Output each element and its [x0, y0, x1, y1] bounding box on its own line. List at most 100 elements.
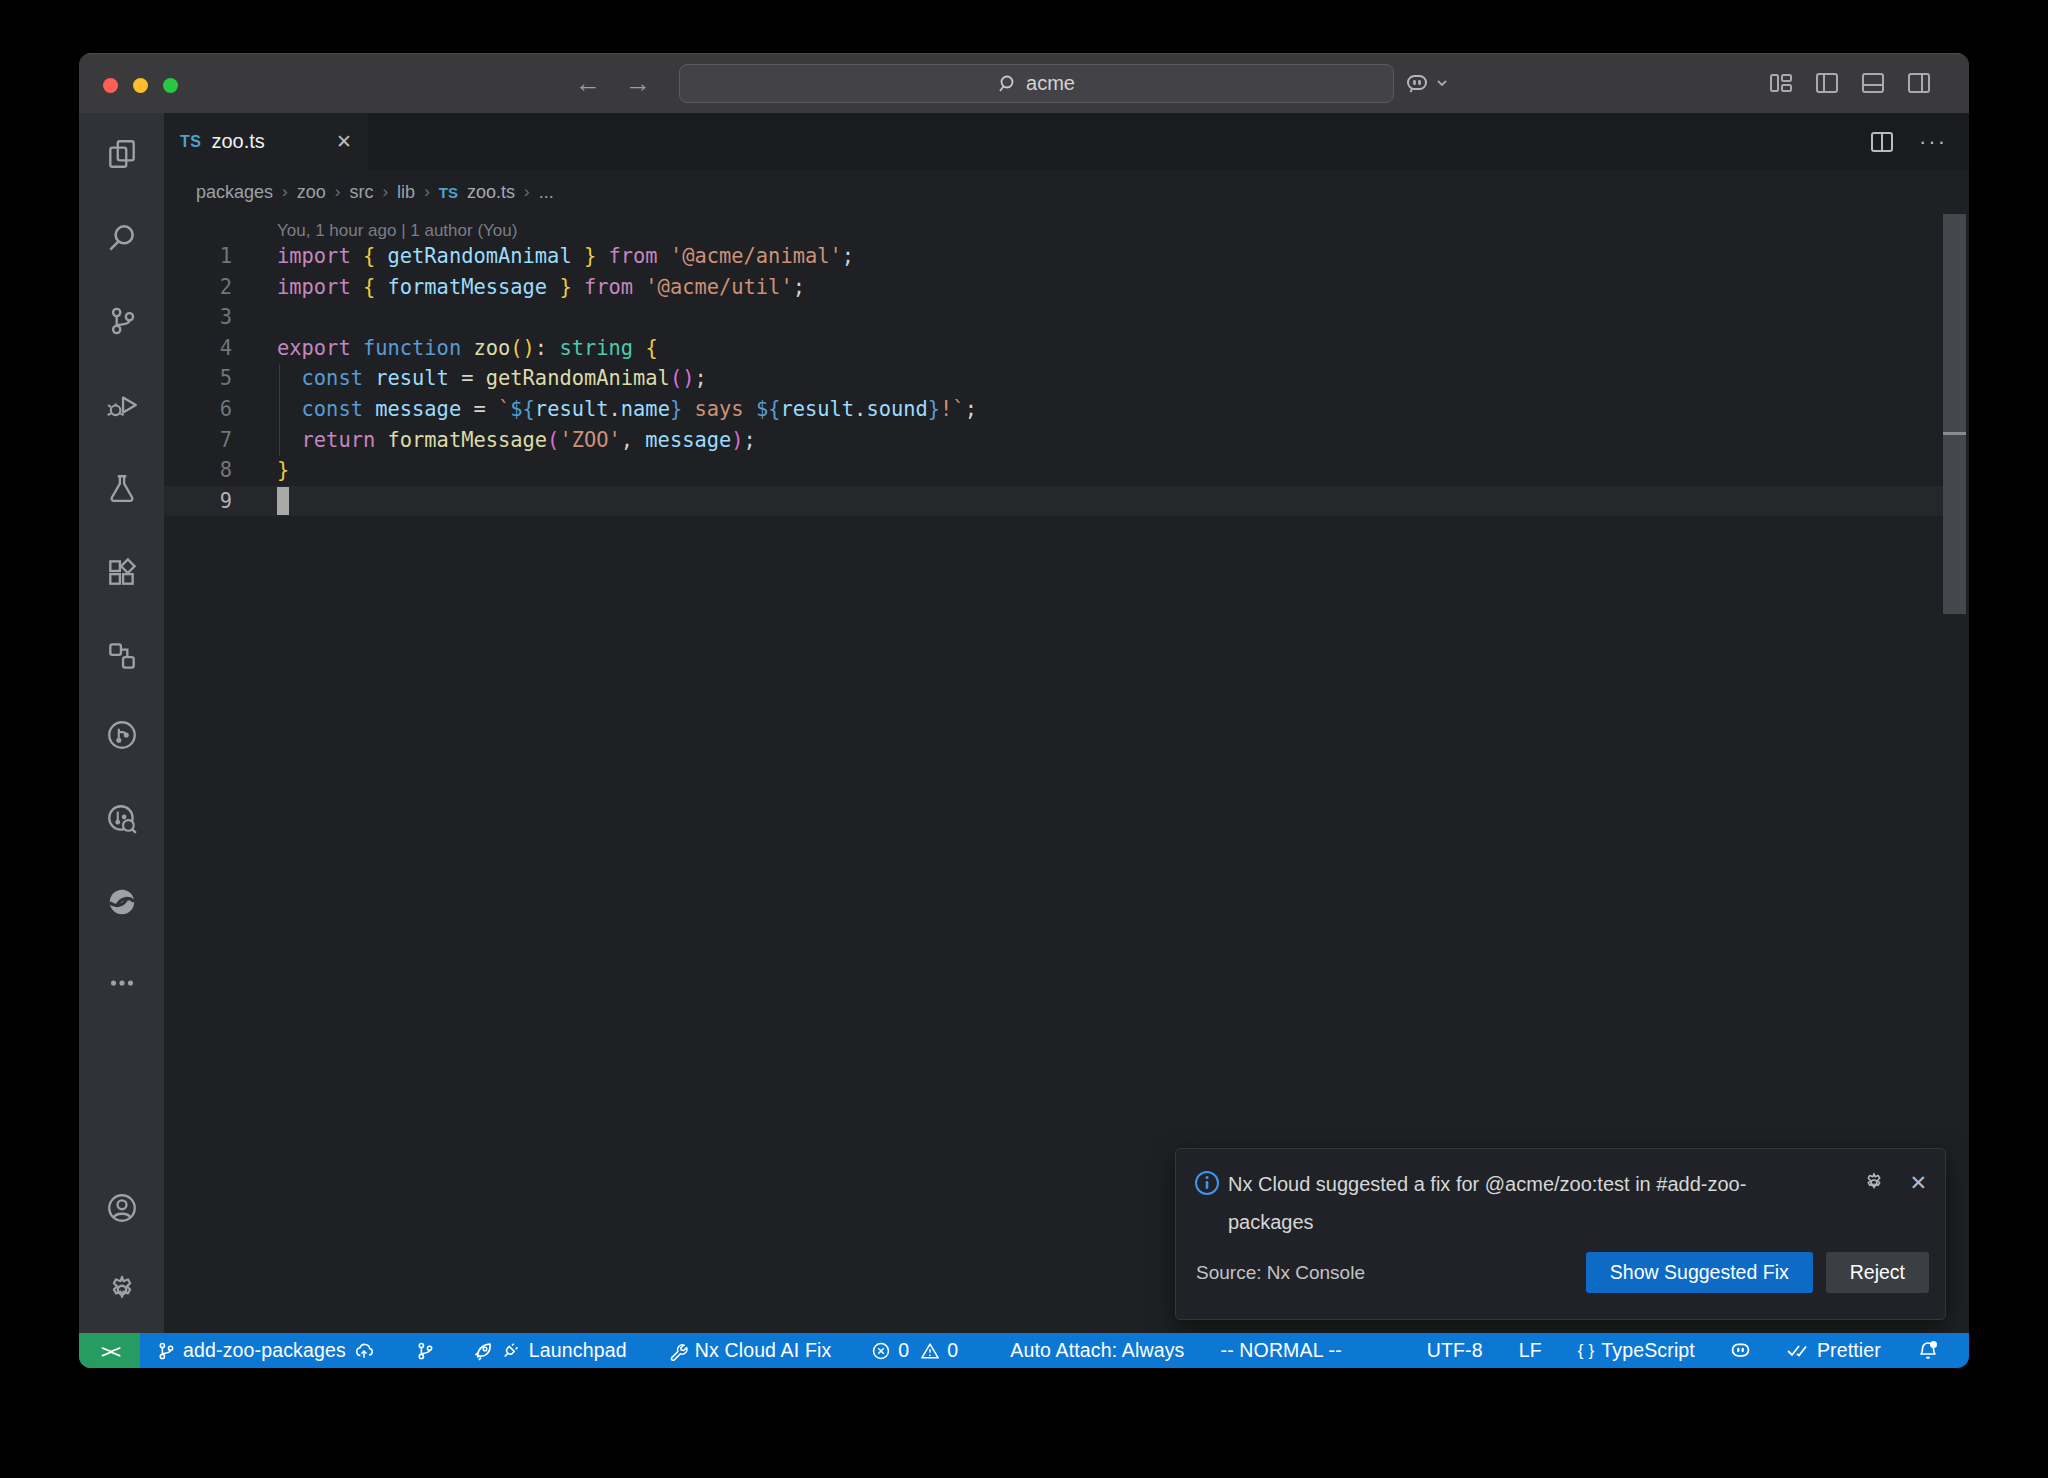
- project-graph-icon[interactable]: [104, 717, 140, 753]
- breadcrumb-separator: ›: [282, 182, 288, 202]
- more-icon[interactable]: [104, 965, 140, 1001]
- search-value: acme: [1026, 72, 1075, 95]
- forward-icon[interactable]: →: [625, 68, 651, 99]
- code-line: return formatMessage('ZOO', message);: [277, 425, 1939, 456]
- line-number: 3: [164, 302, 232, 333]
- line-number: 4: [164, 333, 232, 364]
- run-debug-icon[interactable]: [104, 387, 140, 423]
- scrollbar-cursor-marker: [1943, 432, 1966, 435]
- workflow-indicator[interactable]: [415, 1341, 435, 1361]
- reject-button[interactable]: Reject: [1826, 1252, 1929, 1293]
- vim-mode-indicator[interactable]: -- NORMAL --: [1220, 1339, 1341, 1362]
- zoom-window-button[interactable]: [163, 78, 178, 93]
- account-icon[interactable]: [104, 1190, 140, 1226]
- back-icon[interactable]: ←: [575, 68, 601, 99]
- breadcrumb-more[interactable]: ...: [539, 182, 554, 203]
- copilot-icon[interactable]: [1404, 70, 1430, 96]
- code-line: [277, 302, 1939, 333]
- git-blame-codelens[interactable]: You, 1 hour ago | 1 author (You): [277, 221, 517, 241]
- warning-icon: [920, 1341, 940, 1361]
- vscode-window: ← → acme: [79, 53, 1969, 1368]
- more-actions-icon[interactable]: ···: [1919, 129, 1947, 155]
- line-number: 6: [164, 394, 232, 425]
- notification-close-icon[interactable]: ✕: [1909, 1171, 1927, 1195]
- remote-indicator[interactable]: ><: [79, 1333, 140, 1368]
- search-icon[interactable]: [104, 220, 140, 256]
- launchpad-indicator[interactable]: Launchpad: [473, 1339, 627, 1362]
- breadcrumb-item[interactable]: lib: [397, 182, 415, 203]
- line-numbers: 123456789: [164, 241, 232, 516]
- source-control-icon[interactable]: [104, 303, 140, 339]
- problems-indicator[interactable]: 0 0: [871, 1339, 958, 1362]
- line-number: 9: [164, 486, 232, 517]
- breadcrumb-separator: ›: [524, 182, 530, 202]
- breadcrumb-file[interactable]: zoo.ts: [467, 182, 515, 203]
- toggle-panel-icon[interactable]: [1861, 72, 1885, 94]
- notification-settings-icon[interactable]: [1862, 1171, 1886, 1195]
- tab-label: zoo.ts: [211, 130, 264, 153]
- code-line: }: [277, 455, 1939, 486]
- nx-console-icon[interactable]: [104, 638, 140, 674]
- info-icon: [1194, 1170, 1220, 1196]
- code-line: const result = getRandomAnimal();: [277, 363, 1939, 394]
- nx-cloud-fix-indicator[interactable]: Nx Cloud AI Fix: [667, 1339, 832, 1362]
- close-window-button[interactable]: [103, 78, 118, 93]
- double-check-icon: [1786, 1342, 1810, 1360]
- toggle-primary-sidebar-icon[interactable]: [1815, 72, 1839, 94]
- prettier-indicator[interactable]: Prettier: [1786, 1339, 1881, 1362]
- code-line: const message = `${result.name} says ${r…: [277, 394, 1939, 425]
- language-indicator[interactable]: { } TypeScript: [1578, 1339, 1695, 1362]
- git-branch-icon: [156, 1341, 176, 1361]
- auto-attach-indicator[interactable]: Auto Attach: Always: [1010, 1339, 1184, 1362]
- breadcrumb-item[interactable]: zoo: [297, 182, 326, 203]
- error-icon: [871, 1341, 891, 1361]
- line-number: 1: [164, 241, 232, 272]
- encoding-indicator[interactable]: UTF-8: [1427, 1339, 1483, 1362]
- browser-swirl-icon[interactable]: [104, 884, 140, 920]
- search-icon: [998, 74, 1018, 94]
- command-center-search[interactable]: acme: [679, 64, 1394, 103]
- extensions-icon[interactable]: [104, 554, 140, 590]
- git-branch-icon: [415, 1341, 435, 1361]
- notifications-bell-icon[interactable]: [1917, 1340, 1939, 1362]
- line-number: 2: [164, 272, 232, 303]
- wrench-icon: [667, 1340, 688, 1361]
- breadcrumb-separator: ›: [382, 182, 388, 202]
- titlebar: ← → acme: [79, 53, 1969, 113]
- copilot-status-icon[interactable]: [1729, 1339, 1752, 1362]
- line-number: 7: [164, 425, 232, 456]
- code-line: [277, 486, 1939, 517]
- split-editor-icon[interactable]: [1871, 132, 1893, 152]
- braces-icon: { }: [1578, 1341, 1595, 1361]
- chevron-down-icon[interactable]: [1436, 79, 1448, 87]
- typescript-file-icon: TS: [180, 133, 201, 151]
- toggle-secondary-sidebar-icon[interactable]: [1907, 72, 1931, 94]
- customize-layout-icon[interactable]: [1769, 72, 1793, 94]
- minimize-window-button[interactable]: [133, 78, 148, 93]
- plug-icon: [502, 1341, 522, 1361]
- testing-icon[interactable]: [104, 471, 140, 507]
- tab-close-icon[interactable]: ✕: [336, 130, 352, 153]
- rocket-icon: [473, 1340, 495, 1362]
- show-suggested-fix-button[interactable]: Show Suggested Fix: [1586, 1252, 1813, 1293]
- nx-cloud-icon[interactable]: [104, 801, 140, 837]
- traffic-lights: [103, 78, 178, 93]
- scrollbar[interactable]: [1943, 214, 1966, 614]
- line-number: 5: [164, 363, 232, 394]
- settings-gear-icon[interactable]: [104, 1272, 140, 1308]
- breadcrumb-separator: ›: [424, 182, 430, 202]
- breadcrumb-separator: ›: [335, 182, 341, 202]
- breadcrumb-item[interactable]: src: [349, 182, 373, 203]
- explorer-icon[interactable]: [104, 136, 140, 172]
- tab-zoo-ts[interactable]: TS zoo.ts ✕: [164, 113, 368, 170]
- code-line: export function zoo(): string {: [277, 333, 1939, 364]
- line-number: 8: [164, 455, 232, 486]
- status-bar: >< add-zoo-packages Launchpad Nx Cloud A…: [79, 1333, 1969, 1368]
- notification-source: Source: Nx Console: [1196, 1262, 1365, 1284]
- cloud-upload-icon: [353, 1341, 375, 1361]
- breadcrumb-item[interactable]: packages: [196, 182, 273, 203]
- code-content: import { getRandomAnimal } from '@acme/a…: [277, 241, 1939, 516]
- code-line: import { formatMessage } from '@acme/uti…: [277, 272, 1939, 303]
- eol-indicator[interactable]: LF: [1519, 1339, 1542, 1362]
- branch-indicator[interactable]: add-zoo-packages: [156, 1339, 375, 1362]
